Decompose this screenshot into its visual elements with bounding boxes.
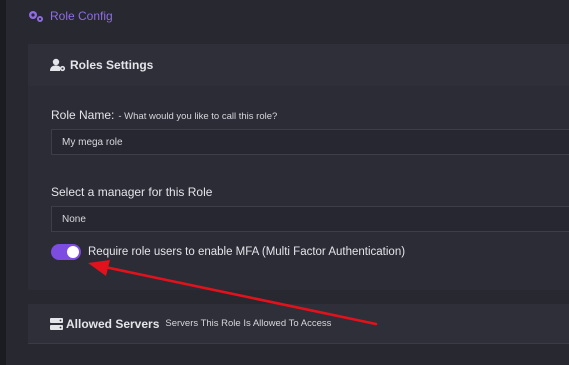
manager-label: Select a manager for this Role [51,185,213,199]
allowed-servers-subtitle: Servers This Role Is Allowed To Access [165,318,332,329]
role-name-input[interactable]: My mega role [51,129,569,155]
allowed-servers-title: Allowed Servers [66,316,160,331]
role-name-value: My mega role [62,136,123,148]
role-name-label-row: Role Name: - What would you like to call … [51,108,277,122]
roles-settings-title: Roles Settings [70,58,154,72]
server-icon [50,317,63,330]
mfa-label: Require role users to enable MFA (Multi … [88,246,406,258]
role-name-label: Role Name: [51,108,115,122]
user-cog-icon [50,58,66,72]
breadcrumb: Role Config [28,9,113,23]
manager-select[interactable]: None [51,206,569,232]
page-title: Role Config [50,9,113,23]
role-name-hint: - What would you like to call this role? [118,111,278,122]
manager-select-value: None [62,213,86,225]
gears-icon [29,11,43,22]
allowed-servers-header[interactable]: Allowed Servers Servers This Role Is All… [28,304,569,344]
mfa-toggle[interactable] [51,244,81,260]
roles-settings-header: Roles Settings [28,44,569,87]
mfa-toggle-knob [67,246,79,258]
